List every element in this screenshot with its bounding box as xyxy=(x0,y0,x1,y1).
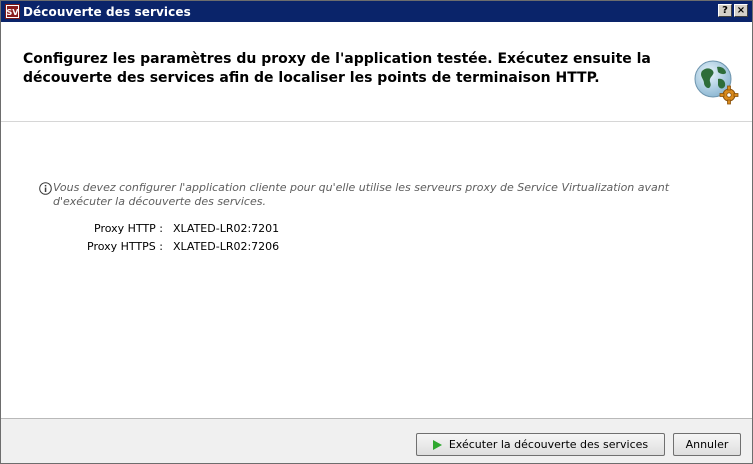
dialog-header: Configurez les paramètres du proxy de l'… xyxy=(1,22,752,122)
proxy-https-value: XLATED-LR02:7206 xyxy=(173,240,280,253)
instruction-text: Configurez les paramètres du proxy de l'… xyxy=(23,51,651,86)
cancel-label: Annuler xyxy=(685,438,729,451)
service-discovery-dialog: SV Découverte des services ? × Configure… xyxy=(0,0,753,464)
globe-gear-icon xyxy=(694,60,739,105)
dialog-footer: Exécuter la découverte des services Annu… xyxy=(1,419,752,463)
proxy-http-label: Proxy HTTP : xyxy=(94,222,163,235)
run-discovery-label: Exécuter la découverte des services xyxy=(448,438,649,451)
app-icon: SV xyxy=(5,4,20,19)
help-button[interactable]: ? xyxy=(718,4,732,17)
play-icon xyxy=(432,439,442,450)
info-icon xyxy=(39,182,52,195)
close-button[interactable]: × xyxy=(734,4,748,17)
proxy-http-value: XLATED-LR02:7201 xyxy=(173,222,280,235)
proxy-https-label: Proxy HTTPS : xyxy=(87,240,163,253)
title-bar[interactable]: SV Découverte des services ? × xyxy=(1,1,752,22)
info-message: Vous devez configurer l'application clie… xyxy=(53,181,670,208)
dialog-content: Vous devez configurer l'application clie… xyxy=(1,122,752,419)
cancel-button[interactable]: Annuler xyxy=(673,433,741,456)
run-discovery-button[interactable]: Exécuter la découverte des services xyxy=(416,433,665,456)
window-title: Découverte des services xyxy=(23,4,191,19)
svg-text:SV: SV xyxy=(7,8,20,17)
